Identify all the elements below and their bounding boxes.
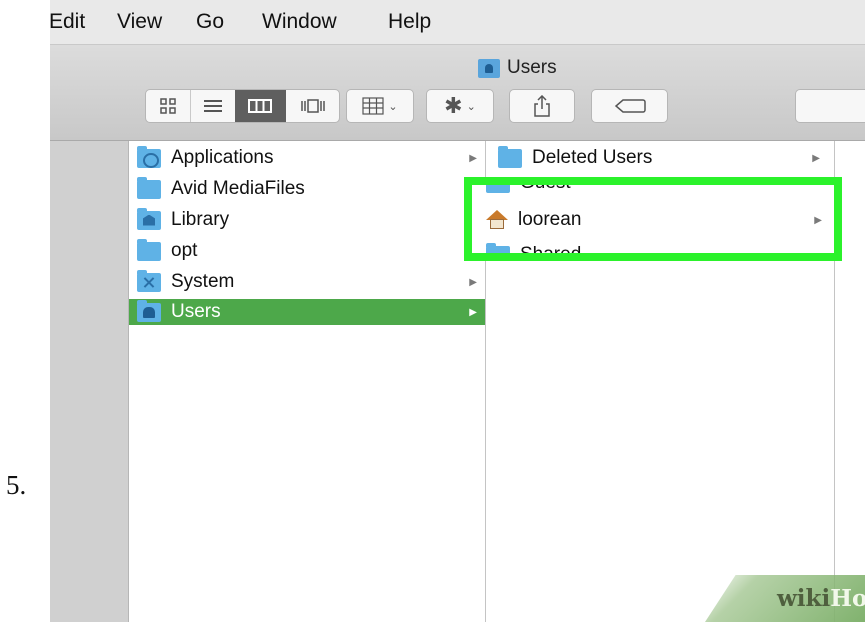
view-mode-segmented-control xyxy=(145,89,340,123)
item-label: System xyxy=(171,271,235,292)
users-folder-icon xyxy=(137,299,161,322)
list-item-applications[interactable]: Applications ▶ xyxy=(129,145,485,171)
highlight-box xyxy=(464,177,842,261)
item-label: opt xyxy=(171,240,198,261)
tags-button[interactable] xyxy=(591,89,668,123)
icon-view-icon xyxy=(160,98,176,114)
list-view-icon xyxy=(203,100,222,112)
window-title-text: Users xyxy=(507,57,557,78)
item-label: Applications xyxy=(171,147,274,168)
share-button[interactable] xyxy=(509,89,575,123)
item-label: Deleted Users xyxy=(532,147,653,168)
menu-window[interactable]: Window xyxy=(262,10,337,34)
item-label: Avid MediaFiles xyxy=(171,178,305,199)
cover-flow-view-button[interactable] xyxy=(286,90,339,122)
library-folder-icon xyxy=(137,207,161,230)
gear-icon: ✱ xyxy=(444,93,463,118)
wikihow-watermark: wikiHow xyxy=(777,585,865,612)
chevron-down-icon: ⌄ xyxy=(466,100,476,113)
column-view-button[interactable] xyxy=(234,90,287,122)
list-item-system[interactable]: System ▶ xyxy=(129,269,485,295)
list-view-button[interactable] xyxy=(189,90,235,122)
share-icon xyxy=(534,95,550,117)
disclosure-arrow-icon: ▶ xyxy=(812,152,820,164)
menu-help[interactable]: Help xyxy=(388,10,431,34)
menu-go[interactable]: Go xyxy=(196,10,224,34)
system-folder-icon xyxy=(137,269,161,292)
chevron-down-icon: ⌄ xyxy=(388,100,398,113)
action-button[interactable]: ✱ ⌄ xyxy=(426,89,494,123)
menu-view[interactable]: View xyxy=(117,10,162,34)
cover-flow-icon xyxy=(300,99,325,113)
list-item-deleted-users[interactable]: Deleted Users ▶ xyxy=(486,145,834,171)
column-root: Applications ▶ Avid MediaFiles Library o… xyxy=(129,141,486,622)
sidebar xyxy=(50,141,129,622)
menu-edit[interactable]: Edit xyxy=(50,10,85,34)
folder-icon xyxy=(498,145,522,168)
disclosure-arrow-icon: ▶ xyxy=(469,276,477,288)
applications-folder-icon xyxy=(137,145,161,168)
folder-icon xyxy=(137,238,161,261)
window-title: Users xyxy=(478,56,557,80)
column-view-icon xyxy=(248,99,273,113)
toolbar: Users ⌄ ✱ ⌄ xyxy=(50,45,865,141)
item-label: Users xyxy=(171,301,221,322)
list-item-users[interactable]: Users ▶ xyxy=(129,299,485,325)
finder-window: Edit View Go Window Help Users ⌄ ✱ ⌄ App… xyxy=(50,0,865,622)
list-item-avid-mediafiles[interactable]: Avid MediaFiles xyxy=(129,176,485,202)
icon-view-button[interactable] xyxy=(146,90,190,122)
step-number: 5. xyxy=(6,470,27,500)
folder-icon xyxy=(137,176,161,199)
search-field[interactable] xyxy=(795,89,865,123)
users-folder-icon xyxy=(478,58,500,78)
disclosure-arrow-icon: ▶ xyxy=(469,152,477,164)
arrange-button[interactable]: ⌄ xyxy=(346,89,414,123)
tag-icon xyxy=(614,99,646,113)
item-label: Library xyxy=(171,209,230,230)
menu-bar: Edit View Go Window Help xyxy=(50,0,865,45)
list-item-opt[interactable]: opt xyxy=(129,238,485,264)
arrange-grid-icon xyxy=(362,97,384,115)
disclosure-arrow-icon: ▶ xyxy=(469,306,477,318)
list-item-library[interactable]: Library xyxy=(129,207,485,233)
